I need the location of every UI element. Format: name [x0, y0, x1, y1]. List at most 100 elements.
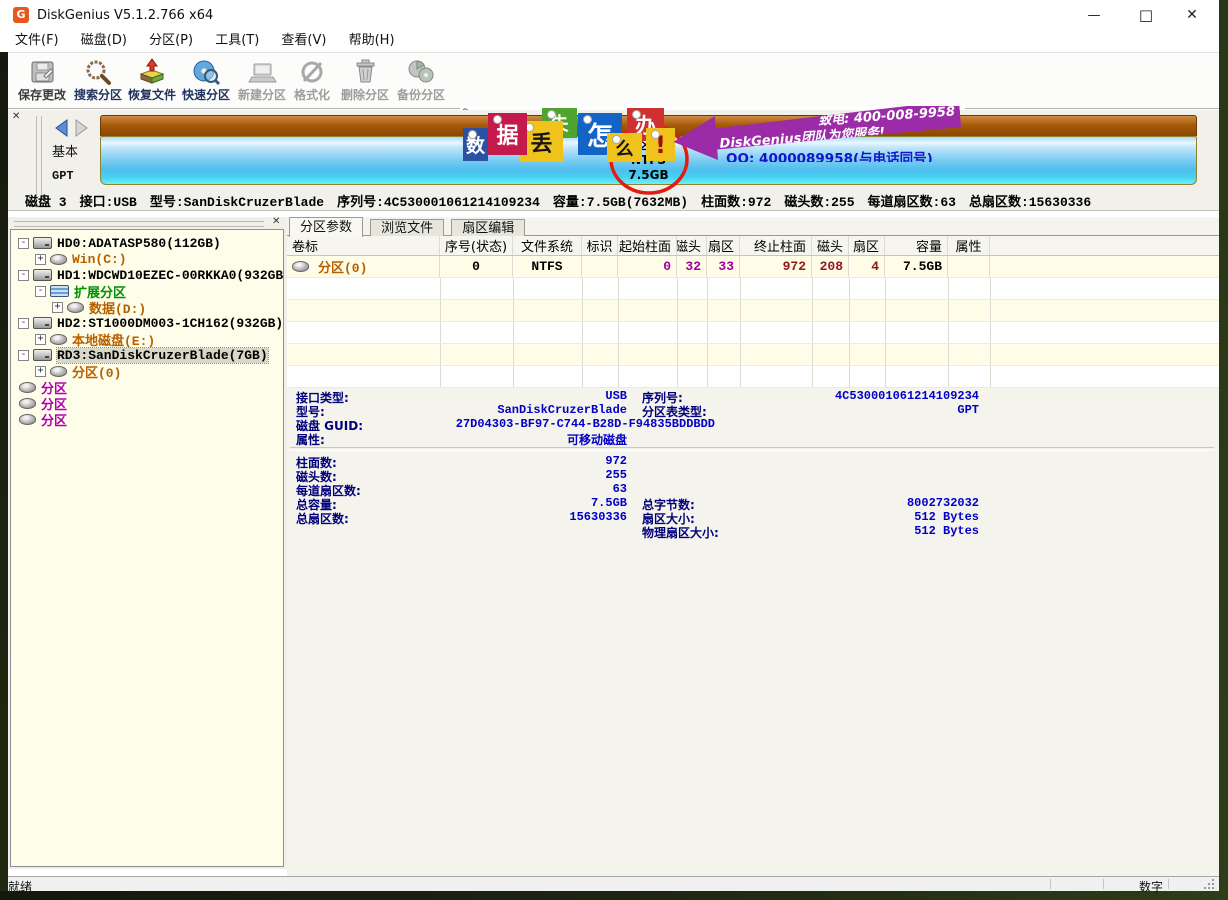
status-text: 就绪 — [8, 878, 32, 895]
detail-value: 15630336 — [397, 510, 627, 524]
disk-info-segment: 型号:SanDiskCruzerBlade — [150, 195, 324, 210]
close-button[interactable]: ✕ — [1170, 0, 1214, 30]
expand-toggle[interactable]: + — [35, 366, 46, 377]
tree-item-hd1[interactable]: - HD1:WDCWD10EZEC-00RKKA0(932GB) — [11, 267, 283, 283]
backup-partition-icon — [393, 54, 449, 88]
table-empty-row — [287, 344, 1219, 366]
disk-nav-arrows — [52, 118, 92, 142]
menu-help[interactable]: 帮助(H) — [340, 30, 404, 51]
tree-item-label: Win(C:) — [72, 252, 127, 267]
detail-value: 972 — [397, 454, 627, 468]
table-empty-row — [287, 278, 1219, 300]
tab-partition-params[interactable]: 分区参数 — [289, 217, 363, 237]
volume-label: 分区(0) — [318, 257, 367, 276]
col-header[interactable]: 终止柱面 — [740, 236, 812, 255]
panel-grip[interactable] — [14, 221, 264, 227]
disk-icon — [33, 269, 52, 281]
table-row-partition-0[interactable]: 分区(0) 0 NTFS 0 32 33 972 208 4 7.5GB — [287, 256, 1219, 278]
detail-value: 8002732032 — [757, 496, 979, 510]
expand-toggle[interactable]: - — [18, 318, 29, 329]
view-label-basic[interactable]: 基本 — [52, 141, 78, 160]
new-partition-button[interactable]: 新建分区 — [234, 54, 290, 107]
tree-item-rd3-selected[interactable]: - RD3:SanDiskCruzerBlade(7GB) — [11, 347, 283, 363]
panel-close-icon[interactable]: ✕ — [12, 111, 20, 122]
tree-item-win-c[interactable]: + Win(C:) — [11, 251, 283, 267]
detail-label: 物理扇区大小: — [642, 524, 719, 541]
table-header-row: 卷标 序号(状态) 文件系统 标识 起始柱面 磁头 扇区 终止柱面 磁头 扇区 … — [287, 236, 1219, 256]
disk-info-segment: 每道扇区数:63 — [868, 195, 956, 210]
tab-sector-edit[interactable]: 扇区编辑 — [451, 219, 525, 237]
col-header[interactable]: 文件系统 — [513, 236, 582, 255]
start-cylinder-cell: 0 — [618, 256, 677, 277]
resize-grip-icon[interactable] — [1204, 887, 1206, 889]
panel-close-icon[interactable]: ✕ — [272, 216, 280, 227]
extended-partition-icon — [50, 285, 69, 297]
col-header[interactable]: 扇区 — [707, 236, 740, 255]
save-changes-button[interactable]: 保存更改 — [14, 54, 70, 107]
disk-info-line: 磁盘 3接口:USB型号:SanDiskCruzerBlade序列号:4C530… — [25, 191, 1104, 210]
minimize-button[interactable]: — — [1072, 0, 1116, 30]
col-header[interactable]: 起始柱面 — [618, 236, 677, 255]
tree-item-label: HD2:ST1000DM003-1CH162(932GB) — [57, 316, 283, 331]
tree-item-data-d[interactable]: + 数据(D:) — [11, 299, 283, 315]
expand-toggle[interactable]: + — [52, 302, 63, 313]
detail-value: 7.5GB — [397, 496, 627, 510]
banner-tile: 么 — [607, 133, 642, 162]
col-header-filler — [990, 236, 1219, 255]
detail-panel: 分区参数 浏览文件 扇区编辑 卷标 序号(状态) 文件系统 标识 起始柱面 磁头… — [287, 217, 1219, 876]
expand-toggle[interactable]: + — [35, 254, 46, 265]
col-header[interactable]: 卷标 — [287, 236, 440, 255]
search-partition-button[interactable]: 搜索分区 — [70, 54, 126, 107]
tree-item-extended[interactable]: - 扩展分区 — [11, 283, 283, 299]
disk-info-segment: 总扇区数:15630336 — [969, 195, 1091, 210]
col-header[interactable]: 磁头 — [677, 236, 707, 255]
app-logo-icon: G — [13, 7, 29, 23]
app-window: G DiskGenius V5.1.2.766 x64 — □ ✕ 文件(F) … — [0, 0, 1219, 891]
expand-toggle[interactable]: + — [35, 334, 46, 345]
expand-toggle[interactable]: - — [18, 270, 29, 281]
col-header[interactable]: 标识 — [582, 236, 618, 255]
menu-disk[interactable]: 磁盘(D) — [72, 30, 136, 51]
menu-view[interactable]: 查看(V) — [272, 30, 335, 51]
detail-value: SanDiskCruzerBlade — [397, 403, 627, 417]
view-label-gpt[interactable]: GPT — [52, 169, 74, 183]
detail-value: 4C530001061214109234 — [757, 389, 979, 403]
backup-partition-button[interactable]: 备份分区 — [393, 54, 449, 107]
partition-icon — [50, 366, 67, 377]
menu-partition[interactable]: 分区(P) — [140, 30, 202, 51]
col-header[interactable]: 磁头 — [812, 236, 849, 255]
tab-bar: 分区参数 浏览文件 扇区编辑 — [287, 217, 1219, 236]
tab-browse-files[interactable]: 浏览文件 — [370, 219, 444, 237]
tree-item-label: 分区(0) — [72, 362, 121, 381]
recover-files-button[interactable]: 恢复文件 — [124, 54, 180, 107]
menu-file[interactable]: 文件(F) — [6, 30, 68, 51]
col-header[interactable]: 属性 — [948, 236, 990, 255]
col-header[interactable]: 序号(状态) — [440, 236, 513, 255]
disk-tree-panel: ✕ - HD0:ADATASP580(112GB) + Win(C:) - HD… — [8, 217, 287, 869]
format-button[interactable]: 格式化 — [287, 54, 337, 107]
col-header[interactable]: 扇区 — [849, 236, 885, 255]
end-cylinder-cell: 972 — [740, 256, 812, 277]
expand-toggle[interactable]: - — [18, 238, 29, 249]
detail-value: USB — [397, 389, 627, 403]
tree-item-label: HD1:WDCWD10EZEC-00RKKA0(932GB) — [57, 268, 284, 283]
expand-toggle[interactable]: - — [18, 350, 29, 361]
tree-item-hd0[interactable]: - HD0:ADATASP580(112GB) — [11, 235, 283, 251]
disk-info-segment: 磁盘 3 — [25, 195, 67, 210]
quick-partition-button[interactable]: 快速分区 — [178, 54, 234, 107]
menu-tools[interactable]: 工具(T) — [206, 30, 268, 51]
toolbar: 保存更改 搜索分区 恢复文件 快速分区 新建分区 格式化 — [8, 52, 1219, 109]
section-divider — [290, 447, 1214, 451]
partition-icon — [19, 414, 36, 425]
tree-item-local-e[interactable]: + 本地磁盘(E:) — [11, 331, 283, 347]
tree-item-label: 本地磁盘(E:) — [72, 330, 155, 349]
expand-toggle[interactable]: - — [35, 286, 46, 297]
col-header[interactable]: 容量 — [885, 236, 948, 255]
maximize-button[interactable]: □ — [1124, 0, 1168, 30]
tree-item-free-partition[interactable]: 分区 — [11, 411, 283, 427]
delete-partition-button[interactable]: 删除分区 — [337, 54, 393, 107]
tree-item-label: 分区 — [41, 410, 67, 429]
save-icon — [14, 54, 70, 88]
toolbar-button-label: 格式化 — [287, 88, 337, 103]
end-sector-cell: 4 — [849, 256, 885, 277]
